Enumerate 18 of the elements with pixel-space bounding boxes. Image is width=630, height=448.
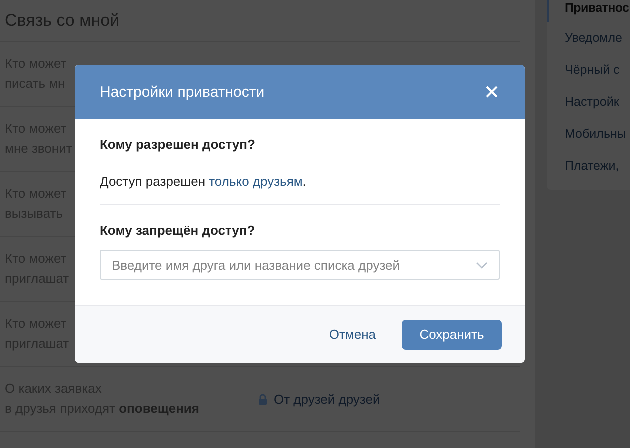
cancel-button[interactable]: Отмена	[313, 319, 392, 350]
chevron-down-icon	[476, 262, 488, 269]
friend-select-field[interactable]: Введите имя друга или название списка друзей	[100, 250, 500, 280]
section-heading: Кому запрещён доступ?	[100, 223, 256, 238]
friends-only-link[interactable]: только друзьям	[209, 174, 303, 189]
sidebar-item[interactable]: Уведомле	[547, 22, 630, 54]
section-heading: Кому разрешен доступ?	[100, 137, 256, 152]
lock-icon	[258, 394, 268, 404]
close-icon[interactable]	[486, 86, 498, 98]
dialog-title: Настройки приватности	[100, 84, 265, 100]
privacy-value-link[interactable]: От друзей друзей	[274, 392, 380, 406]
sidebar-item[interactable]: Настройк	[547, 86, 630, 118]
save-button[interactable]: Сохранить	[402, 320, 502, 350]
sidebar-item[interactable]: Мобильны	[547, 118, 630, 150]
sidebar-item[interactable]: Чёрный с	[547, 54, 630, 86]
sidebar-item[interactable]: Платежи,	[547, 150, 630, 182]
sidebar-item[interactable]: Приватнос	[547, 0, 630, 22]
access-sentence: Доступ разрешен только друзьям.	[100, 173, 308, 191]
